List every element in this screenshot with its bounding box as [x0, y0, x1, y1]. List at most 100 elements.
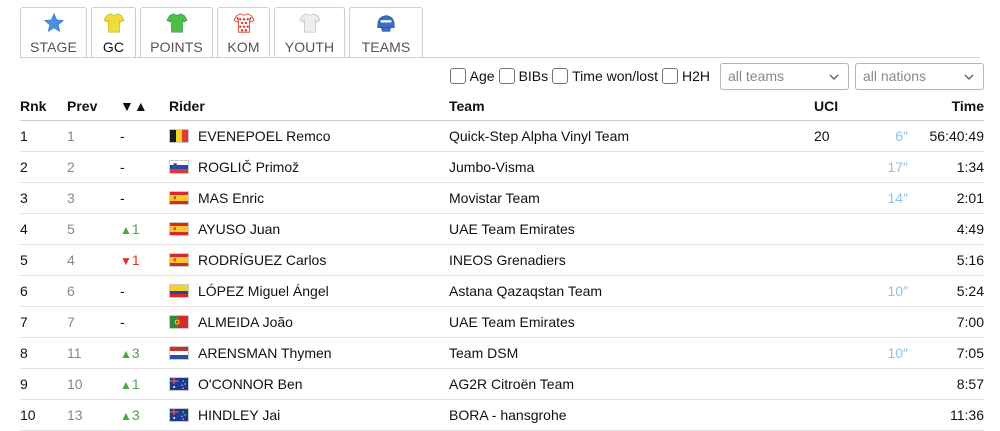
- header-team[interactable]: Team: [449, 92, 814, 121]
- uci-points-cell: 20: [814, 120, 864, 152]
- team-name-link[interactable]: Team DSM: [449, 337, 814, 369]
- uci-points-cell: [814, 151, 864, 183]
- table-row: 4 5 ▲1 AYUSO Juan UAE Team Emirates 4:49: [20, 213, 984, 245]
- arrow-up-icon: ▲: [120, 222, 132, 237]
- rider-name-link[interactable]: MAS Enric: [198, 190, 264, 206]
- polka-dot-jersey-icon: [232, 13, 255, 33]
- tabs-divider: [20, 57, 980, 58]
- tab-teams[interactable]: TEAMS: [349, 7, 423, 57]
- team-name-link[interactable]: UAE Team Emirates: [449, 306, 814, 338]
- flag-au-icon: [169, 407, 189, 422]
- team-name-link[interactable]: UAE Team Emirates: [449, 213, 814, 245]
- header-change[interactable]: ▼▲: [120, 92, 169, 121]
- table-row: 5 4 ▼1 RODRÍGUEZ Carlos INEOS Grenadiers…: [20, 244, 984, 276]
- position-change-value: -: [120, 127, 125, 144]
- header-prev[interactable]: Prev: [67, 92, 120, 121]
- rider-cell: RODRÍGUEZ Carlos: [169, 244, 449, 276]
- flag-nl-icon: [169, 345, 189, 360]
- rider-name-link[interactable]: LÓPEZ Miguel Ángel: [198, 283, 329, 299]
- position-change-value: -: [120, 313, 125, 330]
- rider-name-link[interactable]: HINDLEY Jai: [198, 407, 280, 423]
- header-rider[interactable]: Rider: [169, 92, 449, 121]
- bonus-seconds-cell: [864, 368, 912, 400]
- tab-label: GC: [102, 39, 125, 55]
- table-row: 3 3 - MAS Enric Movistar Team 14″ 2:01: [20, 182, 984, 214]
- classification-tabs: STAGE GC POINTS KOM YOUTH TEAMS: [20, 7, 423, 57]
- time-cell: 56:40:49: [912, 120, 984, 152]
- checkbox-box[interactable]: [449, 68, 466, 84]
- time-won-lost-checkbox[interactable]: Time won/lost: [552, 68, 658, 84]
- rider-cell: ROGLIČ Primož: [169, 151, 449, 183]
- rider-name-link[interactable]: ARENSMAN Thymen: [198, 345, 332, 361]
- checkbox-box[interactable]: [552, 68, 569, 84]
- team-select-value: all teams: [728, 68, 785, 84]
- team-name-link[interactable]: BORA - hansgrohe: [449, 399, 814, 431]
- age-checkbox[interactable]: Age: [449, 68, 495, 84]
- checkbox-box[interactable]: [661, 68, 678, 84]
- checkbox-label: H2H: [681, 68, 710, 84]
- flag-si-icon: [169, 159, 189, 174]
- prev-rank-cell: 11: [67, 337, 120, 369]
- checkbox-label: Age: [469, 68, 495, 84]
- tab-stage[interactable]: STAGE: [20, 7, 87, 57]
- time-cell: 11:36: [912, 399, 984, 431]
- prev-rank-cell: 3: [67, 182, 120, 214]
- flag-au-icon: [169, 376, 189, 391]
- bonus-seconds-cell: 17″: [864, 151, 912, 183]
- flag-co-icon: [169, 283, 189, 298]
- bonus-seconds-cell: [864, 306, 912, 338]
- rider-name-link[interactable]: EVENEPOEL Remco: [198, 128, 331, 144]
- prev-rank-cell: 7: [67, 306, 120, 338]
- table-row: 9 10 ▲1 O'CONNOR Ben AG2R Citroën Team 8…: [20, 368, 984, 400]
- tab-kom[interactable]: KOM: [217, 7, 270, 57]
- rider-name-link[interactable]: AYUSO Juan: [198, 221, 280, 237]
- position-change-cell: -: [120, 182, 169, 214]
- team-select[interactable]: all teams: [720, 62, 849, 90]
- team-name-link[interactable]: INEOS Grenadiers: [449, 244, 814, 276]
- rider-cell: EVENEPOEL Remco: [169, 120, 449, 152]
- rank-cell: 5: [20, 244, 67, 276]
- nation-select-value: all nations: [863, 68, 927, 84]
- nation-select[interactable]: all nations: [855, 62, 984, 90]
- rider-name-link[interactable]: RODRÍGUEZ Carlos: [198, 252, 326, 268]
- tab-points[interactable]: POINTS: [140, 7, 213, 57]
- chevron-down-icon: [829, 73, 839, 80]
- position-change-cell: ▲1: [120, 368, 169, 400]
- header-uci[interactable]: UCI: [814, 92, 864, 121]
- chevron-down-icon: [964, 73, 974, 80]
- team-name-link[interactable]: Jumbo-Visma: [449, 151, 814, 183]
- bonus-seconds-cell: 10″: [864, 275, 912, 307]
- rank-cell: 8: [20, 337, 67, 369]
- uci-points-cell: [814, 275, 864, 307]
- time-cell: 1:34: [912, 151, 984, 183]
- rider-name-link[interactable]: ALMEIDA João: [198, 314, 293, 330]
- time-cell: 7:00: [912, 306, 984, 338]
- tab-youth[interactable]: YOUTH: [274, 7, 345, 57]
- rider-cell: MAS Enric: [169, 182, 449, 214]
- rider-name-link[interactable]: O'CONNOR Ben: [198, 376, 303, 392]
- header-rnk[interactable]: Rnk: [20, 92, 67, 121]
- position-change-cell: -: [120, 306, 169, 338]
- team-name-link[interactable]: Movistar Team: [449, 182, 814, 214]
- bibs-checkbox[interactable]: BIBs: [498, 68, 548, 84]
- flag-es-icon: [169, 190, 189, 205]
- team-name-link[interactable]: Quick-Step Alpha Vinyl Team: [449, 120, 814, 152]
- uci-points-cell: [814, 368, 864, 400]
- checkbox-box[interactable]: [498, 68, 515, 84]
- arrow-up-icon: ▲: [120, 408, 132, 423]
- h2h-checkbox[interactable]: H2H: [661, 68, 710, 84]
- position-change-cell: ▲1: [120, 213, 169, 245]
- position-change-value: 3: [131, 344, 140, 361]
- table-row: 8 11 ▲3 ARENSMAN Thymen Team DSM 10″ 7:0…: [20, 337, 984, 369]
- jersey-icon: [165, 13, 188, 33]
- header-time[interactable]: Time: [912, 92, 984, 121]
- rank-cell: 2: [20, 151, 67, 183]
- flag-be-icon: [169, 128, 189, 143]
- bonus-seconds-cell: [864, 244, 912, 276]
- team-name-link[interactable]: AG2R Citroën Team: [449, 368, 814, 400]
- rider-name-link[interactable]: ROGLIČ Primož: [198, 159, 299, 175]
- table-row: 6 6 - LÓPEZ Miguel Ángel Astana Qazaqsta…: [20, 275, 984, 307]
- tab-gc[interactable]: GC: [91, 7, 136, 57]
- flag-pt-icon: [169, 314, 189, 329]
- team-name-link[interactable]: Astana Qazaqstan Team: [449, 275, 814, 307]
